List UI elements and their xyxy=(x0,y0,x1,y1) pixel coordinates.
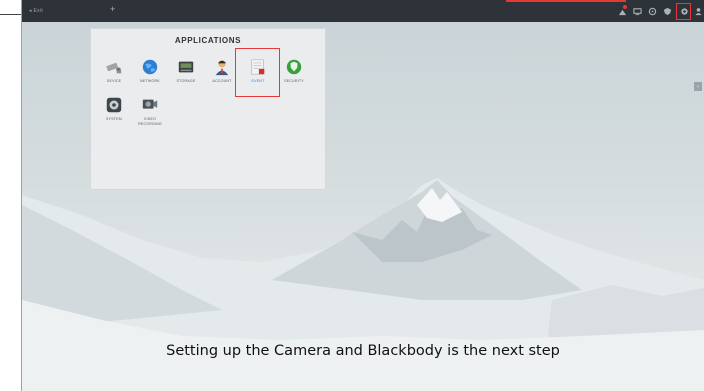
applications-panel: APPLICATIONS DEVICE NETWORK STORAGE ACCO… xyxy=(90,28,326,190)
monitor-icon[interactable] xyxy=(631,5,643,17)
add-tab-button[interactable]: + xyxy=(110,4,115,14)
notification-dot xyxy=(623,5,627,9)
active-indicator xyxy=(506,0,626,2)
shield-icon[interactable] xyxy=(661,5,673,17)
app-system[interactable]: SYSTEM xyxy=(96,96,132,122)
camera-icon xyxy=(105,58,123,76)
target-icon[interactable] xyxy=(646,5,658,17)
side-panel-toggle[interactable]: ‹ xyxy=(694,82,702,91)
security-icon xyxy=(285,58,303,76)
app-security[interactable]: SECURITY xyxy=(276,58,312,84)
globe-icon xyxy=(141,58,159,76)
top-bar: ◂ Exit + xyxy=(22,0,704,22)
video-recording-icon xyxy=(141,96,159,114)
app-video-recording[interactable]: VIDEO RECORDING xyxy=(132,96,168,127)
alarm-icon[interactable] xyxy=(616,5,628,17)
panel-title: APPLICATIONS xyxy=(174,36,242,45)
account-icon xyxy=(213,58,231,76)
app-device[interactable]: DEVICE xyxy=(96,58,132,84)
user-icon[interactable] xyxy=(692,5,704,17)
settings-highlight-box xyxy=(676,3,691,20)
corner-mark xyxy=(0,14,22,15)
event-highlight-box xyxy=(235,48,280,97)
app-network[interactable]: NETWORK xyxy=(132,58,168,84)
storage-icon xyxy=(177,58,195,76)
desktop-screen: ◂ Exit + ‹ APPLICATIONS DEVICE NETWORK S… xyxy=(22,0,704,391)
system-icon xyxy=(105,96,123,114)
app-storage[interactable]: STORAGE xyxy=(168,58,204,84)
exit-button[interactable]: ◂ Exit xyxy=(29,8,43,14)
subtitle-caption: Setting up the Camera and Blackbody is t… xyxy=(166,343,560,359)
